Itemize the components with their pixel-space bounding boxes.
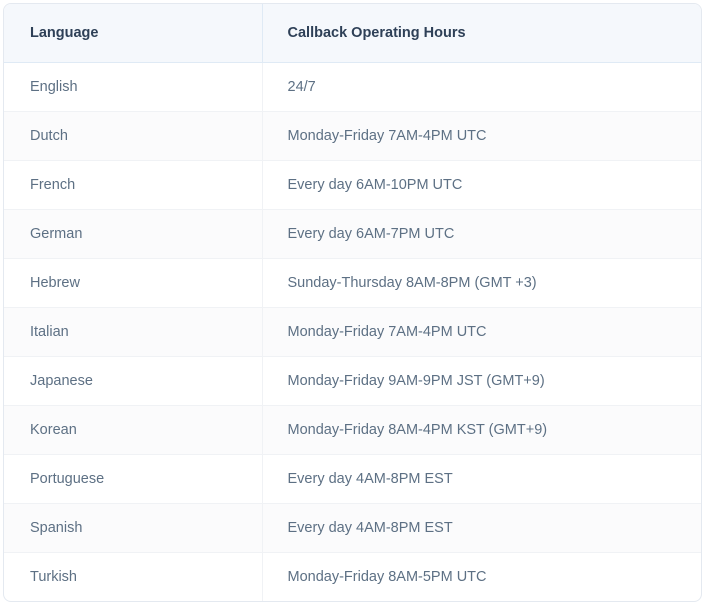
column-header-callback-operating-hours: Callback Operating Hours xyxy=(261,4,701,63)
cell-language: French xyxy=(4,160,262,210)
cell-language: Turkish xyxy=(30,568,77,585)
table-row: Turkish Monday-Friday 8AM-5PM UTC xyxy=(4,552,701,601)
table-row: Portuguese Every day 4AM-8PM EST xyxy=(4,454,701,504)
table-body: English 24/7 Dutch Monday-Friday 7AM-4PM UT… xyxy=(4,62,701,601)
cell-callback-operating-hours: Monday-Friday 8AM-4PM KST (GMT+9) xyxy=(261,405,701,455)
cell-language: Italian xyxy=(4,307,262,357)
cell-language: English xyxy=(4,62,262,112)
cell-language: German xyxy=(4,209,262,259)
table-row: Dutch Monday-Friday 7AM-4PM UTC xyxy=(4,111,701,161)
callback-operating-hours-table: Language Callback Operating Hours Englis… xyxy=(4,4,701,601)
table-row: Hebrew Sunday-Thursday 8AM-8PM (GMT +3) xyxy=(4,258,701,308)
table-row: Italian Monday-Friday 7AM-4PM UTC xyxy=(4,307,701,357)
callback-hours-card: Language Callback Operating Hours Englis… xyxy=(3,3,702,602)
table-row: French Every day 6AM-10PM UTC xyxy=(4,160,701,210)
cell-callback-operating-hours: Every day 4AM-8PM EST xyxy=(261,503,701,553)
cell-callback-operating-hours: Every day 4AM-8PM EST xyxy=(261,454,701,504)
cell-language: Korean xyxy=(4,405,262,455)
table-row: Korean Monday-Friday 8AM-4PM KST (GMT+9) xyxy=(4,405,701,455)
table-row: Japanese Monday-Friday 9AM-9PM JST (GMT+9… xyxy=(4,356,701,406)
cell-callback-operating-hours: Monday-Friday 8AM-5PM UTC xyxy=(261,552,701,601)
table-header-row: Language Callback Operating Hours xyxy=(4,4,701,63)
cell-callback-operating-hours: 24/7 xyxy=(261,62,701,112)
table-row: Spanish Every day 4AM-8PM EST xyxy=(4,503,701,553)
cell-callback-operating-hours: Sunday-Thursday 8AM-8PM (GMT +3) xyxy=(261,258,701,308)
cell-callback-operating-hours: Monday-Friday 7AM-4PM UTC xyxy=(261,111,701,161)
cell-callback-operating-hours: Every day 6AM-7PM UTC xyxy=(261,209,701,259)
cell-language: Spanish xyxy=(4,503,262,553)
cell-callback-operating-hours: Monday-Friday 9AM-9PM JST (GMT+9) xyxy=(261,356,701,406)
cell-language: Dutch xyxy=(4,111,262,161)
cell-language: Portuguese xyxy=(4,454,262,504)
table-row: German Every day 6AM-7PM UTC xyxy=(4,209,701,259)
column-header-language: Language xyxy=(4,4,262,63)
cell-callback-operating-hours: Monday-Friday 7AM-4PM UTC xyxy=(261,307,701,357)
table-row: English 24/7 xyxy=(4,62,701,112)
cell-callback-operating-hours: Every day 6AM-10PM UTC xyxy=(261,160,701,210)
cell-language: Japanese xyxy=(4,356,262,406)
cell-language: Hebrew xyxy=(4,258,262,308)
table-header: Language Callback Operating Hours xyxy=(4,4,701,63)
